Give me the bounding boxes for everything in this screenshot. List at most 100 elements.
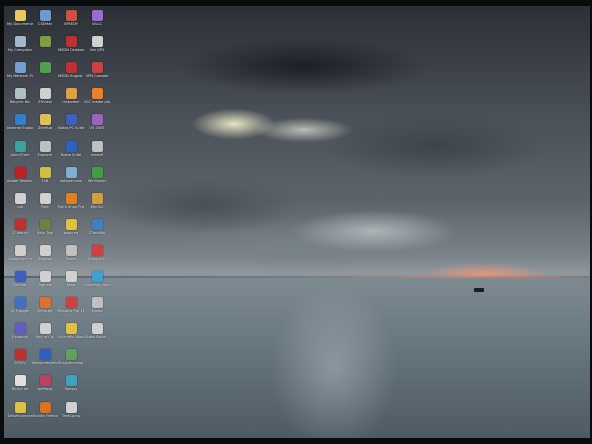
desktop-icon-malwarebytes-anti-malware[interactable]: Malwarebytes' Anti-Malware [32, 349, 58, 374]
desktop-icon-zenhub[interactable]: ZenHub [32, 114, 58, 139]
desktop-icon-vs-2005[interactable]: VS 2005 [84, 114, 110, 139]
app-icon [91, 36, 103, 48]
desktop-icon-expando[interactable]: Expando [7, 323, 33, 348]
text-file-icon [14, 375, 26, 387]
desktop-icon-paint-shop-pro-7[interactable]: Paint Shop Pro 7 [58, 192, 84, 218]
desktop-icon-halo-trial[interactable]: Halo Trial [32, 218, 58, 244]
desktop-icon-visi-qps[interactable]: Visi QPS [84, 36, 110, 61]
app-icon [91, 244, 103, 256]
desktop-icon-zhview[interactable]: ZHView [32, 88, 58, 113]
computer-icon [14, 36, 26, 48]
app-icon [92, 375, 103, 386]
desktop-icon-label: F2B [41, 178, 49, 183]
desktop-icon-my-documents[interactable]: My Documents [7, 10, 33, 35]
desktop-icon-rob[interactable]: rob [7, 192, 33, 218]
desktop[interactable]: My Documents CSEMat SPEEDY VILLC My Computer… [4, 6, 590, 438]
desktop-icon-label: Paint Shop Pro 7 [58, 204, 84, 209]
desktop-icon-notepad-exe[interactable]: notepad.exe [58, 166, 84, 192]
desktop-icon-blank[interactable] [32, 62, 58, 87]
desktop-icon-mozilla-firefox[interactable]: Mozilla Firefox [32, 401, 58, 427]
desktop-icon-nokia-suite[interactable]: Nokia Suite [58, 140, 84, 166]
desktop-icon-my-computer[interactable]: My Computer [7, 36, 33, 61]
desktop-icon-dogikon[interactable]: Dogikon [32, 244, 58, 270]
desktop-icon-treecomp[interactable]: TreeComp [58, 401, 84, 427]
app-icon [65, 401, 77, 413]
desktop-icon-label: ZHView [38, 100, 52, 105]
desktop-icon-label: 3rFlutter [37, 309, 53, 314]
desktop-icon-blank[interactable] [84, 349, 110, 374]
desktop-icon-label: Nokia Suite [60, 152, 82, 157]
app-icon [65, 166, 77, 178]
app-icon [65, 271, 77, 282]
desktop-icon-msdn-august-2004[interactable]: MSDN August 2004 [58, 62, 84, 87]
desktop-icon-scientific-workplace-5-0[interactable]: Scientific WorkPlace 5.0 [58, 323, 84, 348]
desktop-icon-key-of-c[interactable]: Key of C# [32, 323, 58, 348]
desktop-icon-f2b[interactable]: F2B [32, 166, 58, 192]
desktop-icon-label: Readiris Pro 11 [58, 309, 84, 314]
desktop-icon-label: WinStatus [87, 178, 107, 183]
desktop-icon-vlc-media-player[interactable]: VLC media player [84, 88, 110, 113]
desktop-icon-3rflutter[interactable]: 3rFlutter [32, 297, 58, 322]
desktop-icon-spssv[interactable]: SPSSV [7, 349, 33, 374]
desktop-icon-blank[interactable] [32, 36, 58, 61]
desktop-icon-label: Mozilla Firefox [32, 413, 58, 418]
desktop-icon-label: SharpDevelop 2.0 [58, 361, 84, 366]
desktop-icon-keka[interactable]: Keka [58, 271, 84, 296]
desktop-icon-vpn-console[interactable]: VPN Console [84, 62, 110, 87]
desktop-icon-msdn-october-2003[interactable]: MSDN October 2003 [58, 36, 84, 61]
desktop-icon-label: Recycle Bin [9, 100, 31, 105]
desktop-icon-winddf[interactable]: winddf [84, 140, 110, 166]
desktop-icon-diract-txt[interactable]: DirAct.txt [7, 375, 33, 400]
desktop-icon-label: Internet Explorer [7, 126, 33, 131]
desktop-icon-readiris-pro-11[interactable]: Readiris Pro 11 [58, 297, 84, 322]
app-icon [65, 140, 77, 152]
desktop-icon-blank[interactable] [84, 375, 110, 400]
desktop-icon-jingham[interactable]: Jingham [32, 271, 58, 296]
desktop-icon-wpprogs[interactable]: wpProgs [32, 375, 58, 400]
app-icon [14, 297, 26, 309]
desktop-icon-ztreewin[interactable]: ZTreeWin [84, 218, 110, 244]
desktop-icon-defmar[interactable]: Defmar [7, 271, 33, 296]
app-icon [14, 271, 26, 282]
app-icon [92, 349, 103, 360]
desktop-icon-ccleaner[interactable]: CCleaner [7, 218, 33, 244]
desktop-icon-nokia-pc-suite[interactable]: Nokia PC Suite [58, 114, 84, 139]
desktop-icon-dirfragger[interactable]: DirFragger [7, 297, 33, 322]
desktop-icon-label: VLC media player [84, 100, 110, 105]
desktop-icon-sharpdevelop-2-0[interactable]: SharpDevelop 2.0 [58, 349, 84, 374]
desktop-icon-spessy[interactable]: Spessy [58, 375, 84, 400]
desktop-icon-csemat[interactable]: CSEMat [32, 10, 58, 35]
desktop-icon-label: DirFragger [10, 309, 30, 314]
vlc-icon [91, 88, 103, 100]
desktop-icon-label: winddf [90, 152, 104, 157]
desktop-icon-label: VILLC [91, 22, 103, 26]
desktop-icon-win32r[interactable]: Win32r [84, 192, 110, 218]
desktop-icon-stata-softw[interactable]: Stata Softw... [84, 323, 110, 348]
desktop-icon-acrowin11[interactable]: AcroWin11 [84, 244, 110, 270]
desktop-icon-internet-explorer[interactable]: Internet Explorer [7, 114, 33, 139]
desktop-icon-label: GameSpy Arcade [84, 283, 110, 287]
desktop-icon-clearpine-pro[interactable]: Clearpine Pro [7, 244, 33, 270]
app-icon [14, 401, 26, 413]
desktop-icon-recycle-bin[interactable]: Recycle Bin [7, 88, 33, 113]
desktop-icon-my-network-places[interactable]: My Network Places [7, 62, 33, 87]
app-icon [39, 323, 51, 335]
desktop-icon-psbcreo[interactable]: psbcreo [58, 218, 84, 244]
desktop-icon-mstudent[interactable]: mstudent [58, 88, 84, 113]
desktop-icon-speedy[interactable]: SPEEDY [58, 10, 84, 35]
desktop-icon-villc[interactable]: VILLC [84, 10, 110, 35]
desktop-icon-adobe-reader-8[interactable]: Adobe Reader 8 [7, 166, 33, 192]
desktop-icon-drivescanner[interactable]: DriveScanner [7, 401, 33, 427]
desktop-icon-label: Keka [66, 283, 76, 287]
desktop-icon-gamespy-arcade[interactable]: GameSpy Arcade [84, 271, 110, 296]
desktop-icon-alumitime[interactable]: AlumiTime [7, 140, 33, 166]
desktop-icon-kindle[interactable]: Kindle [84, 297, 110, 322]
app-icon [14, 140, 26, 152]
desktop-icon-pojit[interactable]: PojIt [32, 192, 58, 218]
app-icon [39, 271, 51, 282]
desktop-icon-label: Visi QPS [89, 48, 105, 53]
desktop-icon-winstatus[interactable]: WinStatus [84, 166, 110, 192]
desktop-icon-power[interactable]: Power [58, 244, 84, 270]
desktop-icon-explorer[interactable]: Explorer [32, 140, 58, 166]
desktop-icon-label: ZenHub [37, 126, 53, 131]
